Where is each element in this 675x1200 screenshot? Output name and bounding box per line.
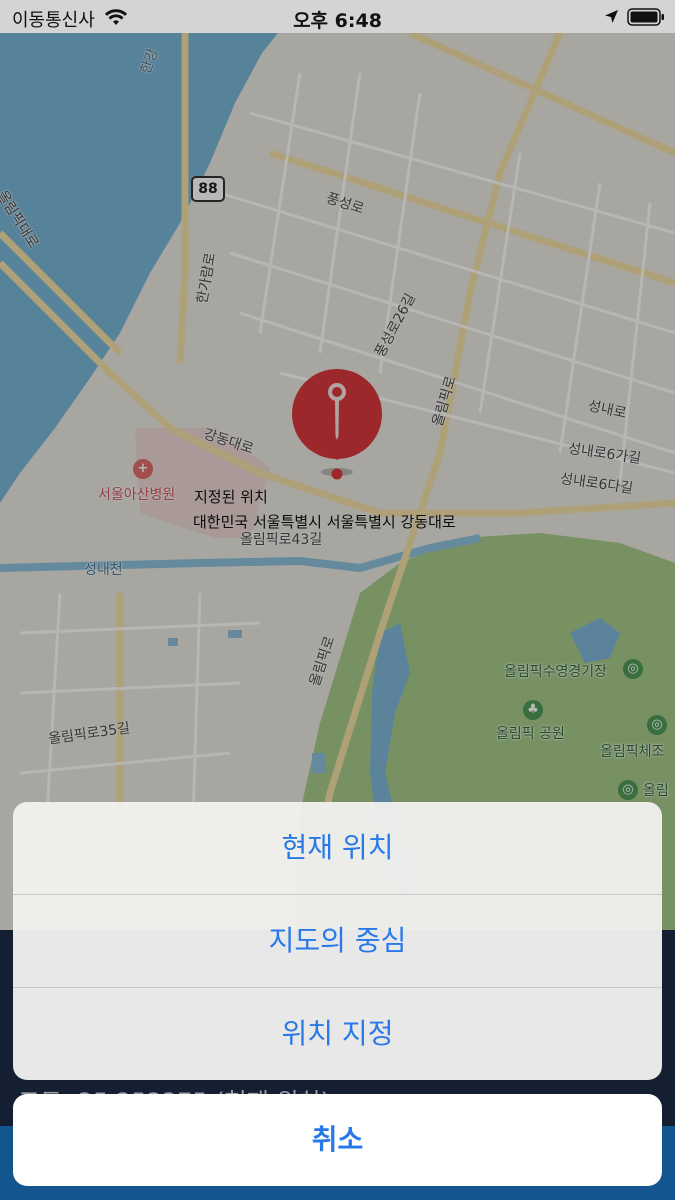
cancel-button[interactable]: 취소 xyxy=(13,1094,662,1186)
map-center-option[interactable]: 지도의 중심 xyxy=(13,895,662,988)
battery-icon xyxy=(627,8,665,30)
set-location-option[interactable]: 위치 지정 xyxy=(13,988,662,1080)
status-bar: 이동통신사 오후 6:48 xyxy=(0,0,675,33)
current-location-option[interactable]: 현재 위치 xyxy=(13,802,662,895)
location-arrow-icon xyxy=(604,9,619,28)
action-sheet: 현재 위치 지도의 중심 위치 지정 xyxy=(13,802,662,1080)
clock: 오후 6:48 xyxy=(293,10,382,32)
